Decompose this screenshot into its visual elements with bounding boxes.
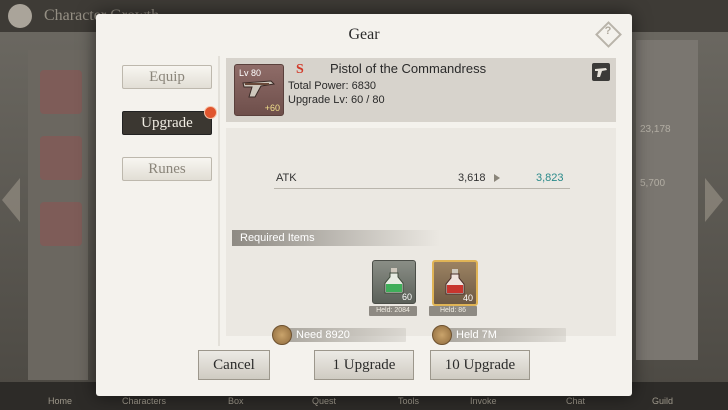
item-plus: +60 <box>264 103 280 113</box>
stat-row-atk: ATK 3,618 3,823 <box>274 168 570 189</box>
prev-arrow-icon <box>2 178 20 222</box>
background-gear-thumb <box>40 202 82 246</box>
item-total-power: Total Power: 6830 <box>288 80 377 92</box>
nav-label: Quest <box>312 396 337 406</box>
dialog-title: Gear <box>348 26 380 43</box>
material-slot-green[interactable]: 60 <box>372 260 416 304</box>
back-icon <box>8 4 32 28</box>
item-portrait[interactable]: Lv 80 +60 <box>234 64 284 116</box>
background-value: 5,700 <box>640 178 666 189</box>
material-held: Held: 86 <box>429 306 477 316</box>
coin-icon <box>432 325 452 345</box>
item-upgrade-level: Upgrade Lv: 60 / 80 <box>288 94 385 106</box>
background-gear-thumb <box>40 136 82 180</box>
green-potion-icon <box>384 268 404 294</box>
gear-dialog: Gear ? Equip Upgrade Runes Lv 80 +60 S P… <box>96 14 632 396</box>
tab-equip[interactable]: Equip <box>122 65 212 89</box>
nav-label: Chat <box>566 396 586 406</box>
background-gear-thumb <box>40 70 82 114</box>
required-items-label: Required Items <box>232 230 440 246</box>
tab-upgrade[interactable]: Upgrade <box>122 106 217 135</box>
background-value: 23,178 <box>640 124 671 135</box>
material-held: Held: 2084 <box>369 306 417 316</box>
nav-label: Guild <box>652 396 674 406</box>
nav-label: Invoke <box>470 396 497 406</box>
upgrade-panel: ATK 3,618 3,823 Required Items 60 Held: … <box>226 128 616 345</box>
coin-icon <box>272 325 292 345</box>
need-amount: Need 8920 <box>296 329 350 341</box>
tab-upgrade-label: Upgrade <box>141 115 193 131</box>
notification-dot-icon <box>204 106 217 119</box>
stat-next: 3,823 <box>536 172 564 184</box>
help-button[interactable]: ? <box>595 21 622 48</box>
nav-label: Characters <box>122 396 167 406</box>
next-arrow-icon <box>705 178 723 222</box>
divider <box>218 56 220 346</box>
upgrade-1-button[interactable]: 1 Upgrade <box>314 350 414 380</box>
material-count: 60 <box>401 292 412 302</box>
cancel-button[interactable]: Cancel <box>198 350 270 380</box>
stat-current: 3,618 <box>458 172 486 184</box>
background-right-panel <box>636 40 698 360</box>
pistol-type-icon <box>592 63 610 81</box>
tab-runes[interactable]: Runes <box>122 157 212 181</box>
upgrade-10-button[interactable]: 10 Upgrade <box>430 350 530 380</box>
item-header: Lv 80 +60 S Pistol of the Commandress To… <box>226 58 616 122</box>
stat-label: ATK <box>276 172 297 184</box>
item-name: Pistol of the Commandress <box>330 61 487 76</box>
pistol-icon <box>242 80 276 98</box>
nav-label: Box <box>228 396 244 406</box>
red-potion-icon <box>445 269 465 295</box>
item-rank: S <box>296 62 304 77</box>
material-count: 40 <box>462 293 473 303</box>
held-amount: Held 7M <box>456 329 497 341</box>
nav-label: Tools <box>398 396 420 406</box>
arrow-right-icon <box>494 174 500 182</box>
nav-label: Home <box>48 396 73 406</box>
material-slot-red[interactable]: 40 <box>432 260 478 306</box>
